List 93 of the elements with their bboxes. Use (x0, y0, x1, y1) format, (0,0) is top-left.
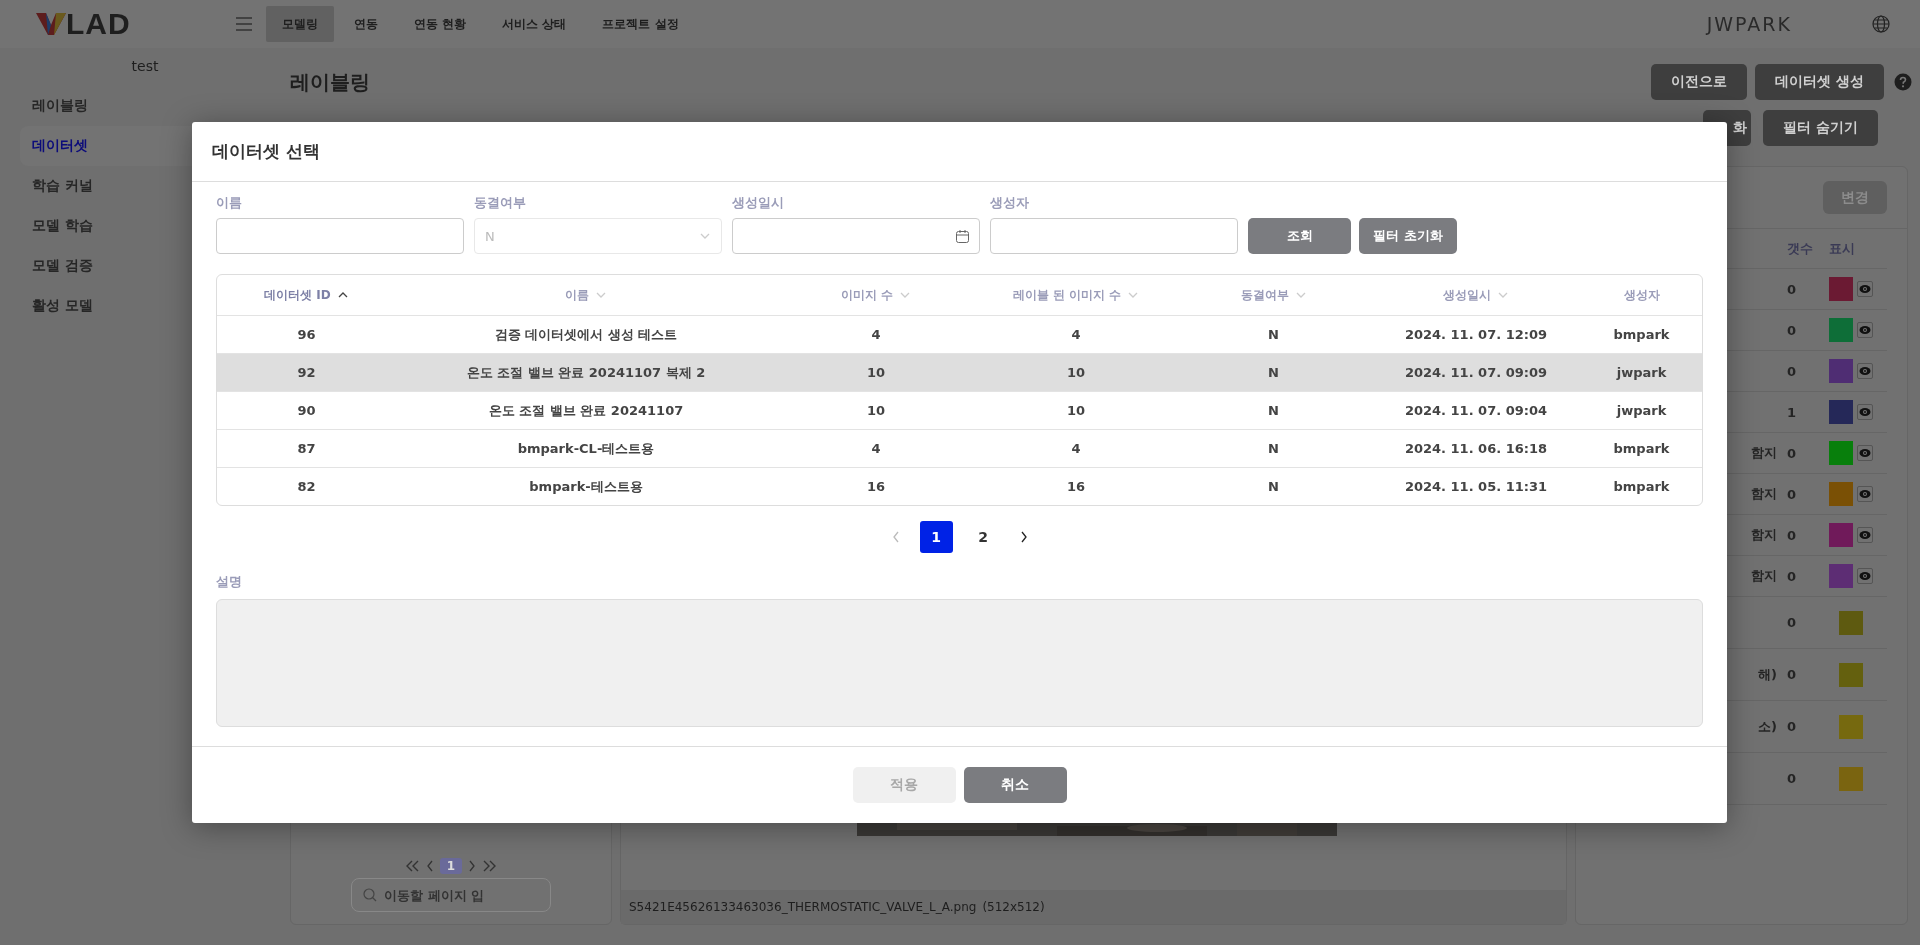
label-count: 0 (1786, 719, 1798, 734)
table-cell-text: bmpark (1612, 441, 1671, 456)
table-row[interactable]: 90 온도 조절 밸브 완료 20241107 10 10 N 2024. 11. 07. 09:04 jwpark (217, 391, 1702, 429)
table-cell-text: N (1267, 365, 1280, 380)
label-name: 함지 (1751, 485, 1777, 503)
label-count: 0 (1786, 771, 1798, 786)
table-cell-text: 90 (296, 403, 317, 418)
table-cell-text: 2024. 11. 06. 16:18 (1403, 441, 1549, 456)
table-cell-text: 온도 조절 밸브 완료 20241107 (487, 401, 685, 420)
label-count: 0 (1786, 527, 1798, 543)
label-name: 함지 (1751, 444, 1777, 462)
column-header[interactable]: 이미지 수 (776, 286, 976, 304)
field-label: 설명 (216, 573, 243, 591)
table-cell-text: 10 (865, 365, 887, 380)
field-label: 생성일시 (732, 194, 785, 212)
label-count: 0 (1786, 445, 1798, 461)
table-cell-text: 4 (870, 441, 882, 456)
label-name: 함지 (1751, 567, 1777, 585)
table-row[interactable]: 92 온도 조절 밸브 완료 20241107 복제 2 10 10 N 2024. 11. 07. 09:09 jwpark (217, 353, 1702, 391)
nav-tab[interactable]: 프로젝트 설정 (586, 6, 695, 42)
table-cell-text: 2024. 11. 07. 12:09 (1403, 327, 1549, 342)
page-button[interactable]: 2 (966, 521, 1000, 553)
label-count: 0 (1786, 568, 1798, 584)
label-name: 소) (1758, 717, 1777, 736)
column-header[interactable]: 생성자 (1581, 286, 1702, 304)
column-header: 표시 (1829, 239, 1856, 258)
sidebar-item[interactable]: 레이블링 (20, 86, 270, 126)
table-cell-text: 10 (865, 403, 887, 418)
column-header[interactable]: 동결여부 (1176, 286, 1371, 304)
column-header[interactable]: 데이터셋 ID (217, 286, 396, 304)
table-row[interactable]: 87 bmpark-CL-테스트용 4 4 N 2024. 11. 06. 16:18 bmpark (217, 429, 1702, 467)
table-cell-text: 96 (296, 327, 317, 342)
table-cell-text: N (1267, 479, 1280, 494)
label-count: 0 (1786, 667, 1798, 682)
action-button[interactable]: 이전으로 (1651, 64, 1748, 100)
page-button[interactable]: 1 (919, 521, 953, 553)
user-name: JWPARK (1706, 13, 1792, 35)
table-cell-text: 온도 조절 밸브 완료 20241107 복제 2 (465, 363, 707, 382)
page-search-field[interactable]: 이동할 페이지 입 (351, 878, 551, 912)
project-name: test (130, 58, 160, 76)
label-count: 0 (1786, 363, 1798, 379)
label-count: 0 (1786, 281, 1798, 297)
file-name: S5421E45626133463036_THERMOSTATIC_VALVE_L_A.png (629, 900, 977, 914)
logo-text: LAD (66, 7, 131, 41)
table-cell-text: 4 (1070, 327, 1082, 342)
label-count: 0 (1786, 322, 1798, 338)
field-label: 생성자 (990, 194, 1030, 212)
action-button[interactable]: 데이터셋 생성 (1755, 64, 1884, 100)
filter-button[interactable]: 조회 (1248, 218, 1351, 254)
label-name: 함지 (1751, 526, 1777, 544)
table-cell-text: bmpark-CL-테스트용 (516, 439, 656, 458)
filter-button[interactable]: 필터 숨기기 (1763, 110, 1878, 146)
table-cell-text: 16 (865, 479, 887, 494)
filter-button[interactable]: 필터 초기화 (1359, 218, 1457, 254)
column-header: 갯수 (1786, 239, 1814, 258)
table-cell-text: bmpark-테스트용 (528, 477, 644, 496)
table-cell-text: 92 (296, 365, 317, 380)
label-count: 0 (1786, 486, 1798, 502)
nav-tab[interactable]: 연동 (338, 6, 394, 42)
footer-button[interactable]: 취소 (963, 767, 1067, 803)
table-cell-text: 2024. 11. 07. 09:04 (1403, 403, 1549, 418)
page-number[interactable]: 1 (439, 858, 463, 874)
table-cell-text: bmpark (1612, 479, 1671, 494)
table-cell-text: N (1267, 327, 1280, 342)
table-cell-text: 검증 데이터셋에서 생성 테스트 (493, 325, 679, 344)
page-title: 레이블링 (290, 68, 370, 96)
table-cell-text: bmpark (1612, 327, 1671, 342)
label-count: 0 (1786, 615, 1798, 630)
nav-tab[interactable]: 연동 현황 (398, 6, 483, 42)
table-cell-text: 2024. 11. 05. 11:31 (1403, 479, 1549, 494)
table-cell-text: 82 (296, 479, 317, 494)
column-header[interactable]: 레이블 된 이미지 수 (976, 286, 1176, 304)
table-cell-text: 10 (1065, 365, 1087, 380)
table-cell-text: 87 (296, 441, 317, 456)
table-cell-text: jwpark (1615, 365, 1668, 380)
field-label: 이름 (216, 194, 243, 212)
table-row[interactable]: 82 bmpark-테스트용 16 16 N 2024. 11. 05. 11:31 bmpark (217, 467, 1702, 505)
table-cell-text: 2024. 11. 07. 09:09 (1403, 365, 1549, 380)
table-cell-text: N (1267, 441, 1280, 456)
table-cell-text: jwpark (1615, 403, 1668, 418)
nav-tab[interactable]: 모델링 (266, 6, 334, 42)
table-cell-text: 16 (1065, 479, 1087, 494)
image-size: (512x512) (982, 900, 1045, 914)
table-cell-text: 10 (1065, 403, 1087, 418)
table-cell-text: N (1267, 403, 1280, 418)
column-header[interactable]: 이름 (396, 286, 776, 304)
table-cell-text: 4 (870, 327, 882, 342)
label-name: 해) (1758, 665, 1777, 684)
label-count: 1 (1786, 404, 1798, 420)
nav-tab[interactable]: 서비스 상태 (486, 6, 583, 42)
column-header[interactable]: 생성일시 (1371, 286, 1581, 304)
table-cell-text: 4 (1070, 441, 1082, 456)
field-label: 동결여부 (474, 194, 527, 212)
